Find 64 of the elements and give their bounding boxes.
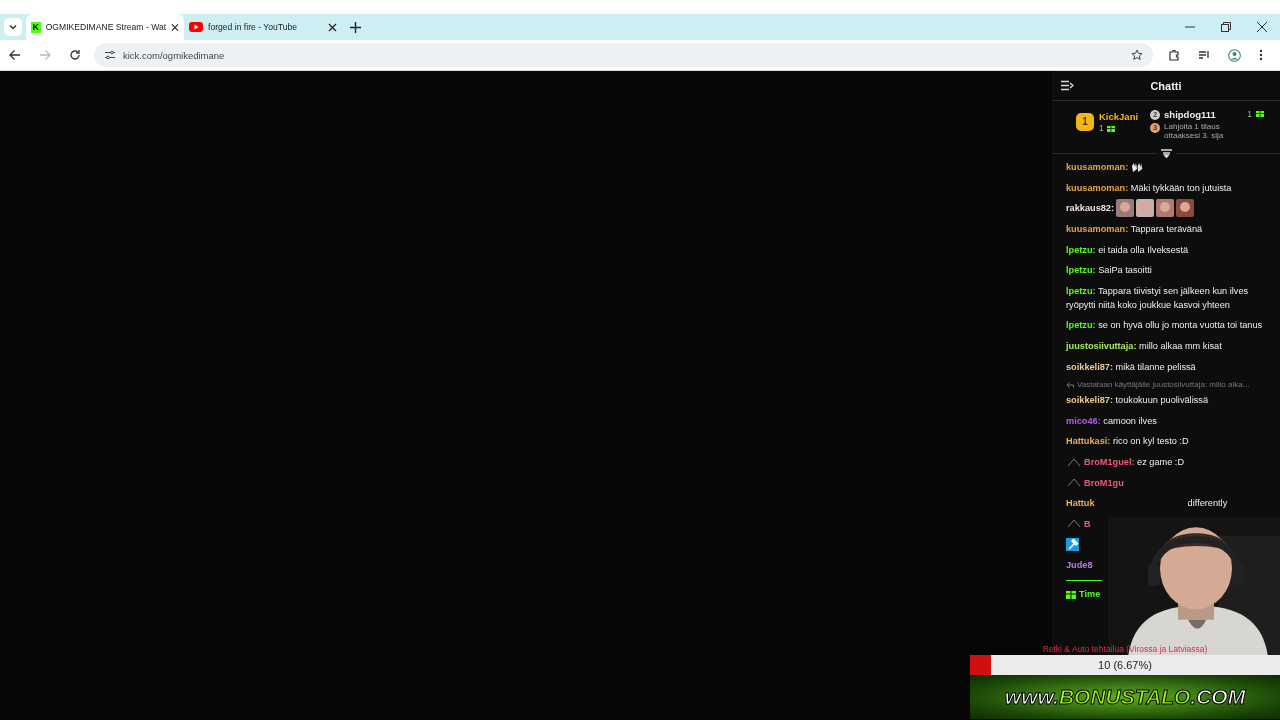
banner-text: www.BONUSTALO.COM <box>1004 685 1246 709</box>
gift-icon <box>1256 109 1264 117</box>
browser-tab[interactable]: K OGMIKEDIMANE Stream - Wat <box>26 14 184 40</box>
gift-count: 1 <box>1247 109 1252 119</box>
chat-message: juustosiivuttaja: millo alkaa mm kisat <box>1066 340 1222 354</box>
browser-tab[interactable]: forged in fire - YouTube <box>184 14 342 40</box>
profile-icon[interactable] <box>1228 48 1241 62</box>
address-bar[interactable]: kick.com/ogmikedimane <box>94 43 1153 67</box>
extensions-icon[interactable] <box>1168 49 1180 61</box>
hammer-icon <box>1066 537 1079 551</box>
back-icon[interactable] <box>9 49 21 61</box>
chat-message: kuusamoman: Tappara terävänä <box>1066 223 1203 237</box>
play-favicon-icon <box>189 22 203 32</box>
chat-message: lpetzu: Tappara tiivistyi sen jälkeen kun ilves ryöpytti niitä koko joukkue kasvoi yhteen <box>1066 284 1250 312</box>
emote-icon <box>1136 199 1154 218</box>
chat-username[interactable]: kuusamoman: <box>1066 162 1129 173</box>
hands-emote-icon <box>1131 161 1144 174</box>
url-text: kick.com/ogmikedimane <box>123 49 225 61</box>
chat-message: lpetzu: SaiPa tasoitti <box>1066 264 1152 278</box>
chat-message: BroM1guel: ez game :D <box>1084 456 1185 469</box>
chat-username[interactable]: Hattuk <box>1066 498 1095 509</box>
media-icon[interactable] <box>1198 49 1210 61</box>
gift-count: 1 <box>1099 123 1104 133</box>
goal-reading: 10 (6.67%) <box>1098 659 1152 671</box>
tab-title: forged in fire - YouTube <box>208 22 299 32</box>
leader-name: KickJani <box>1099 111 1139 122</box>
chat-message: soikkeli87: mikä tilanne pelissä <box>1066 360 1196 374</box>
close-icon[interactable] <box>171 22 179 32</box>
gift-icon <box>1106 124 1115 132</box>
chat-message: lpetzu: ei taida olla Ilveksestä <box>1066 243 1189 257</box>
emote-icon <box>1156 199 1174 218</box>
chat-username[interactable]: rakkaus82: <box>1066 203 1114 214</box>
star-icon[interactable] <box>1131 49 1143 61</box>
chat-username[interactable]: BroM1gu <box>1084 477 1124 488</box>
rank-medal: 1 <box>1076 113 1094 131</box>
collapse-icon[interactable] <box>1061 80 1074 91</box>
chat-message: soikkeli87: toukokuun puolivälissä <box>1066 394 1208 408</box>
chat-message: mico46: camoon ilves <box>1066 414 1157 428</box>
close-icon[interactable] <box>328 22 337 32</box>
emote-icon <box>1116 199 1134 218</box>
close-icon[interactable] <box>1257 22 1267 32</box>
chat-message: kuusamoman: Mäki tykkään ton jutuista <box>1066 181 1232 195</box>
gift-icon <box>1066 588 1076 599</box>
reply-icon <box>1066 380 1074 388</box>
tab-title: OGMIKEDIMANE Stream - Wat <box>45 22 167 32</box>
menu-icon[interactable] <box>1259 49 1263 61</box>
chat-username[interactable]: B <box>1084 518 1091 529</box>
tab-list-button[interactable] <box>4 18 22 36</box>
leader-hint: Lahjoita 1 tilaus ottaaksesi 3. sija <box>1164 122 1225 140</box>
chat-message-fragment: differently <box>1187 498 1228 509</box>
restore-icon[interactable] <box>1221 22 1231 32</box>
reply-preview: Vastataan käyttäjälle juustosiivuttaja: millo alka... <box>1077 379 1250 389</box>
gift-label: Time <box>1079 588 1101 599</box>
chat-message: Hattukasi: rico on kyl testo :D <box>1066 435 1189 449</box>
chat-message: lpetzu: se on hyvä ollu jo monta vuotta toi tanus <box>1066 319 1263 333</box>
tune-icon[interactable] <box>104 49 116 61</box>
chevron-icon <box>8 22 18 32</box>
chat-title: Chatti <box>1150 79 1182 92</box>
leader-name: shipdog111 <box>1164 109 1216 120</box>
kick-favicon: K <box>31 21 41 33</box>
new-tab-icon[interactable] <box>350 21 361 33</box>
reload-icon[interactable] <box>69 49 81 61</box>
chat-username[interactable]: Jude8 <box>1066 560 1093 570</box>
emote-icon <box>1176 199 1194 218</box>
